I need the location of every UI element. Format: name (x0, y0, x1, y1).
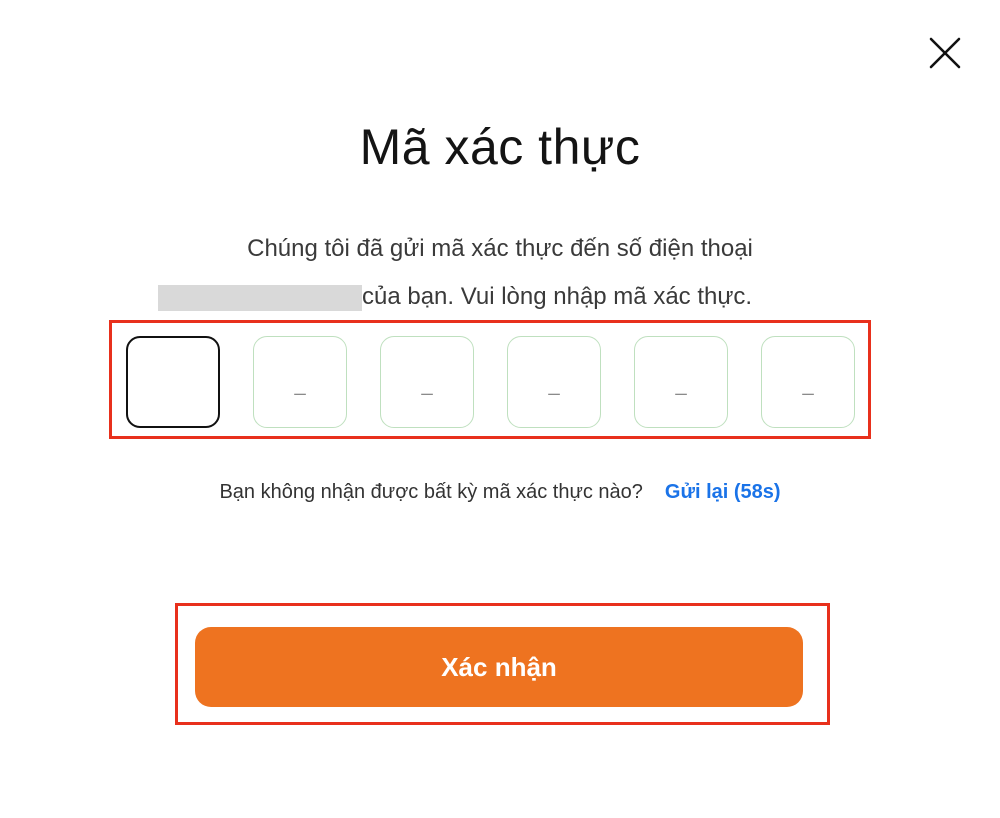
otp-dialog: Mã xác thực Chúng tôi đã gửi mã xác thực… (0, 0, 1000, 818)
otp-input-4[interactable]: _ (507, 336, 601, 428)
resend-link[interactable]: Gửi lại (58s) (665, 481, 781, 503)
otp-highlight-frame (109, 320, 871, 439)
confirm-button[interactable]: Xác nhận (195, 627, 803, 707)
message-line-1: Chúng tôi đã gửi mã xác thực đến số điện… (247, 235, 753, 262)
otp-input-3[interactable]: _ (380, 336, 474, 428)
close-button[interactable] (924, 32, 966, 74)
close-icon (924, 32, 966, 74)
otp-input-2[interactable]: _ (253, 336, 347, 428)
otp-input-1[interactable] (126, 336, 220, 428)
dialog-title: Mã xác thực (359, 119, 641, 175)
otp-input-5[interactable]: _ (634, 336, 728, 428)
message-line-2-container: của bạn. Vui lòng nhập mã xác thực. (158, 280, 858, 314)
phone-number-mask (158, 284, 362, 311)
otp-input-6[interactable]: _ (761, 336, 855, 428)
message-line-2: của bạn. Vui lòng nhập mã xác thực. (362, 283, 753, 310)
resend-question: Bạn không nhận được bất kỳ mã xác thực n… (219, 481, 643, 503)
resend-row: Bạn không nhận được bất kỳ mã xác thực n… (0, 478, 1000, 506)
